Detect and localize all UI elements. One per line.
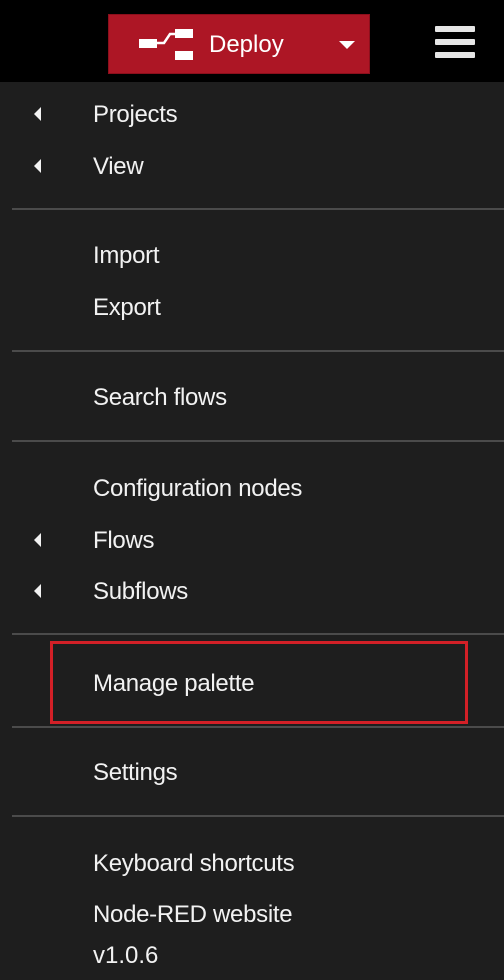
menu-item-export[interactable]: Export	[0, 284, 504, 330]
menu-item-label: Flows	[93, 527, 155, 554]
menu-item-label: Configuration nodes	[93, 475, 303, 502]
deploy-button[interactable]: Deploy	[108, 14, 370, 74]
menu-item-import[interactable]: Import	[0, 232, 504, 278]
version-label: v1.0.6	[93, 942, 159, 969]
menu-item-view[interactable]: View	[0, 143, 504, 189]
chevron-left-icon	[34, 159, 41, 173]
menu-item-label: Keyboard shortcuts	[93, 850, 295, 877]
menu-item-label: Export	[93, 294, 161, 321]
menu-item-label: View	[93, 153, 144, 180]
menu-item-search-flows[interactable]: Search flows	[0, 374, 504, 420]
menu-item-label: Settings	[93, 759, 178, 786]
deploy-label: Deploy	[209, 31, 284, 58]
chevron-left-icon	[34, 533, 41, 547]
divider	[12, 815, 504, 817]
header-bar: Deploy	[0, 0, 504, 82]
menu-item-settings[interactable]: Settings	[0, 749, 504, 795]
divider	[12, 350, 504, 352]
menu-item-label: Node-RED website	[93, 901, 293, 928]
menu-item-keyboard-shortcuts[interactable]: Keyboard shortcuts	[0, 840, 504, 886]
chevron-down-icon[interactable]	[339, 41, 355, 49]
hamburger-menu-icon[interactable]	[435, 26, 475, 58]
node-red-menu-screen: Deploy Projects View Import Export Searc…	[0, 0, 504, 980]
menu-item-flows[interactable]: Flows	[0, 517, 504, 563]
chevron-left-icon	[34, 584, 41, 598]
menu-item-label: Projects	[93, 101, 178, 128]
menu-item-label: Subflows	[93, 578, 188, 605]
divider	[12, 633, 504, 635]
menu-item-configuration-nodes[interactable]: Configuration nodes	[0, 465, 504, 511]
menu-item-projects[interactable]: Projects	[0, 91, 504, 137]
chevron-left-icon	[34, 107, 41, 121]
divider	[12, 726, 504, 728]
highlight-box	[50, 641, 468, 724]
menu-item-subflows[interactable]: Subflows	[0, 568, 504, 614]
menu-item-label: Import	[93, 242, 160, 269]
menu-item-label: Search flows	[93, 384, 227, 411]
menu-item-node-red-website[interactable]: Node-RED website	[0, 891, 504, 937]
divider	[12, 208, 504, 210]
divider	[12, 440, 504, 442]
deploy-flow-icon	[139, 29, 193, 60]
